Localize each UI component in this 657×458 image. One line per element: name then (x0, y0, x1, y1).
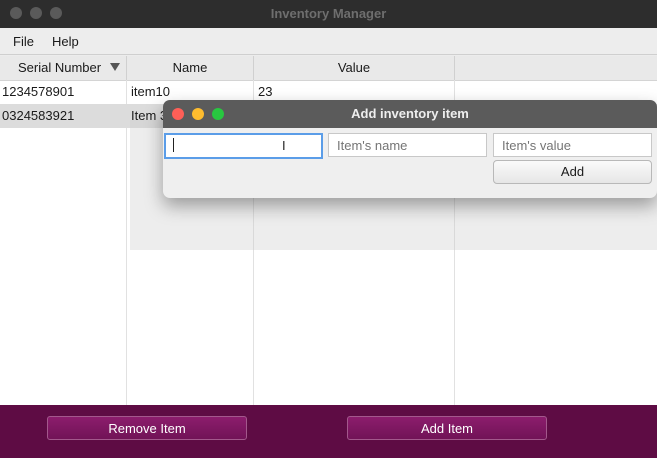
menu-bar: File Help (0, 28, 657, 55)
dialog-add-button[interactable]: Add (493, 160, 652, 184)
item-value-input[interactable] (493, 133, 652, 157)
column-header-name[interactable]: Name (127, 56, 254, 80)
sort-down-icon (110, 63, 120, 71)
column-header-serial[interactable]: Serial Number (0, 56, 127, 80)
item-name-input[interactable] (328, 133, 487, 157)
column-divider (126, 80, 127, 405)
main-title-bar[interactable]: Inventory Manager (0, 0, 657, 28)
dialog-title: Add inventory item (351, 106, 469, 121)
name-cell: item10 (131, 84, 171, 99)
column-header-empty (455, 56, 657, 80)
serial-cell: 0324583921 (2, 108, 75, 123)
serial-cell: 1234578901 (2, 84, 75, 99)
serial-number-input[interactable]: I (164, 133, 323, 159)
menu-file[interactable]: File (13, 34, 34, 49)
table-header: Serial Number Name Value (0, 56, 657, 81)
dialog-title-bar[interactable]: Add inventory item (163, 100, 657, 128)
value-cell: 23 (258, 84, 273, 99)
ibeam-cursor-icon: I (282, 138, 286, 153)
add-item-button[interactable]: Add Item (347, 416, 547, 440)
window-title: Inventory Manager (270, 6, 387, 21)
text-caret (173, 138, 174, 152)
add-item-dialog: Add inventory item I Add (163, 100, 657, 198)
column-header-value[interactable]: Value (254, 56, 455, 80)
remove-item-button[interactable]: Remove Item (47, 416, 247, 440)
menu-help[interactable]: Help (52, 34, 79, 49)
bottom-action-bar: Remove Item Add Item (0, 405, 657, 458)
